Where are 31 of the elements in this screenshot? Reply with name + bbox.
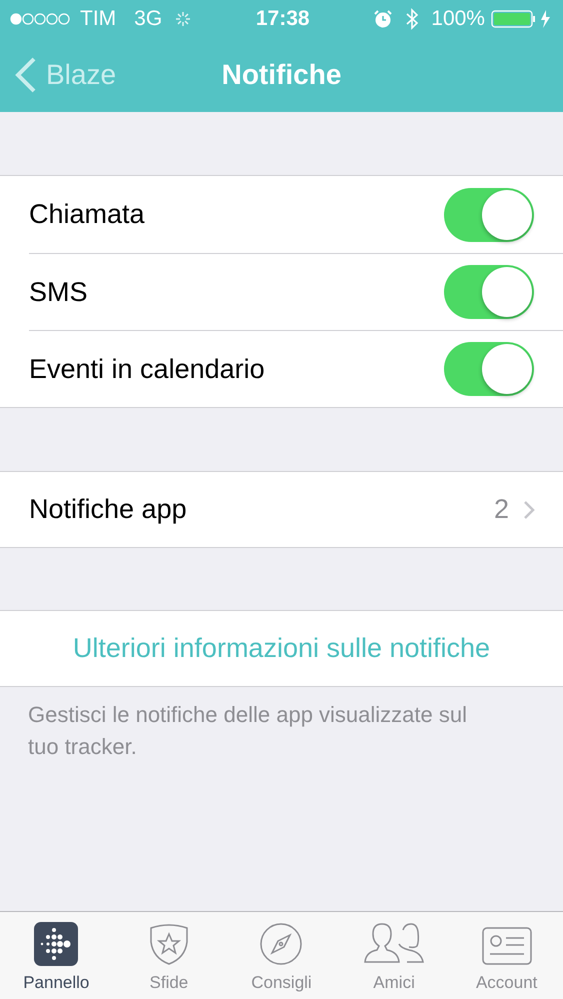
tab-button[interactable]: Consigli xyxy=(225,912,338,999)
count-text: 2 xyxy=(494,493,509,526)
chevron-right-icon xyxy=(523,500,535,520)
activity-spinner-icon xyxy=(174,10,192,28)
setting-label: Chiamata xyxy=(29,198,145,232)
battery-charging-icon xyxy=(490,8,553,28)
dot-grid-icon xyxy=(34,922,78,966)
carrier-text: TIM xyxy=(80,6,116,32)
people-icon xyxy=(363,922,426,966)
network-text: 3G xyxy=(134,6,162,32)
toggle-switch[interactable] xyxy=(444,188,534,242)
back-button[interactable]: Blaze xyxy=(12,54,116,96)
setting-label: Notifiche app xyxy=(29,493,187,526)
setting-label: Eventi in calendario xyxy=(29,352,265,386)
bluetooth-icon xyxy=(405,8,420,30)
app-notifications-row[interactable]: Notifiche app 2 xyxy=(0,471,563,548)
time-text: 17:38 xyxy=(256,6,310,32)
signal-icon xyxy=(10,12,72,26)
tab-button[interactable]: Pannello xyxy=(0,912,113,999)
id-card-icon xyxy=(482,926,532,966)
compass-icon xyxy=(259,922,304,966)
toggle-switch[interactable] xyxy=(444,342,534,396)
battery-percent-text: 100% xyxy=(431,6,485,32)
alarm-clock-icon xyxy=(373,8,394,28)
tab-button[interactable]: Amici xyxy=(338,912,450,999)
setting-label: SMS xyxy=(29,276,88,309)
tab-button[interactable]: Account xyxy=(450,912,563,999)
toggle-switch[interactable] xyxy=(444,265,534,319)
footer-note: Gestisci le notifiche delle app visualizzate sul tuo tracker. xyxy=(27,701,468,761)
page-title: Notifiche xyxy=(222,58,342,92)
tab-button[interactable]: Sfide xyxy=(112,912,226,999)
